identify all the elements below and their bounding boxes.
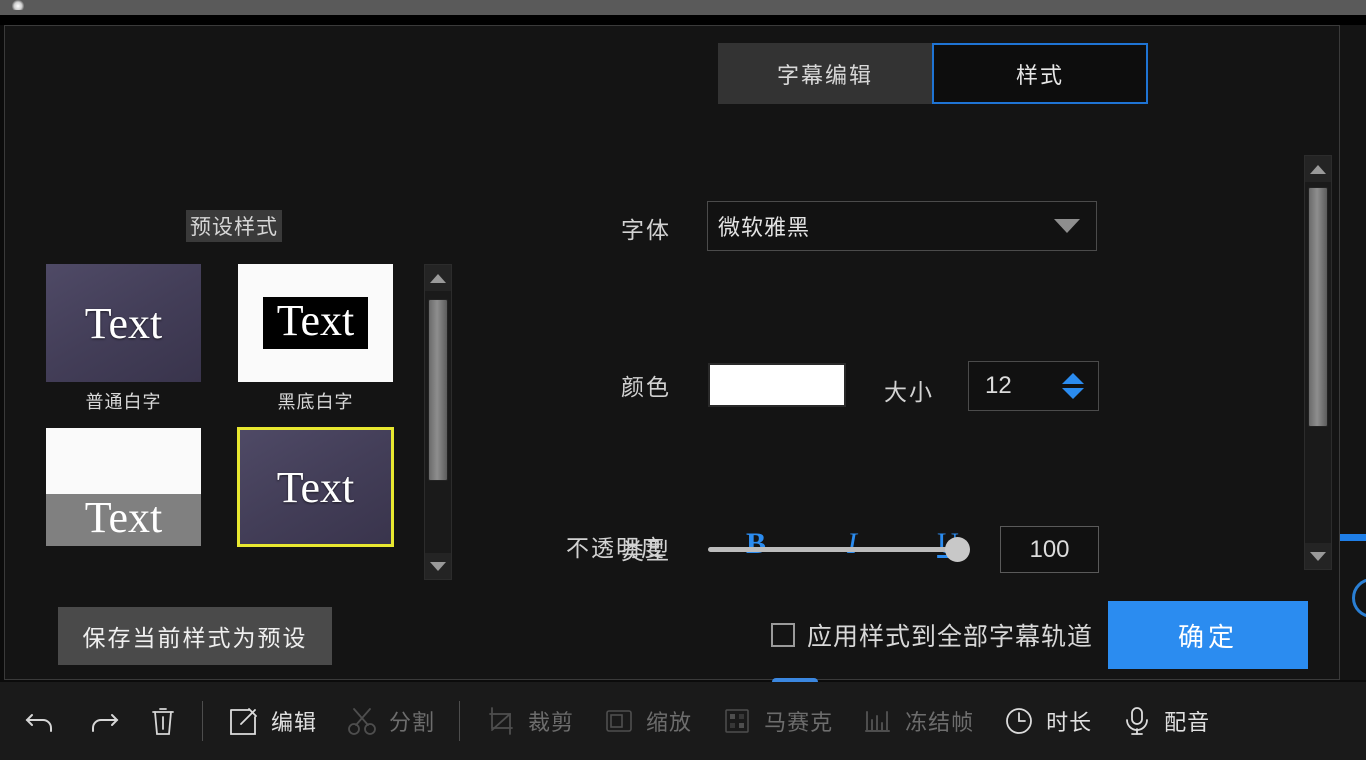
preset-scrollbar[interactable] [424, 264, 452, 580]
preset-item[interactable]: Text [46, 428, 201, 546]
tab-subtitle-edit[interactable]: 字幕编辑 [718, 43, 932, 104]
toolbar-mosaic[interactable]: 马赛克 [706, 690, 847, 752]
apply-all-tracks-label: 应用样式到全部字幕轨道 [807, 617, 1093, 653]
apply-all-tracks-checkbox[interactable] [771, 623, 795, 647]
apply-all-tracks-checkbox-row[interactable]: 应用样式到全部字幕轨道 [771, 617, 1093, 653]
opacity-slider-knob[interactable] [945, 537, 970, 562]
preset-thumbnail: Text [46, 264, 201, 382]
toolbar-split[interactable]: 分割 [331, 690, 449, 752]
preset-scroll-track[interactable] [425, 291, 451, 553]
crop-icon [484, 704, 518, 738]
toolbar-split-label: 分割 [389, 705, 435, 737]
chevron-down-icon [1054, 219, 1080, 233]
playhead-marker-icon [12, 0, 24, 10]
align-row: 对齐 [566, 430, 1266, 511]
toolbar-crop[interactable]: 裁剪 [470, 690, 588, 752]
scroll-down-arrow-icon[interactable] [1305, 543, 1331, 569]
preset-item[interactable]: Text 黑底白字 [238, 264, 393, 414]
preset-sample-text: Text [277, 462, 355, 513]
preset-list: Text 普通白字 Text 黑底白字 Text [46, 264, 416, 580]
toolbar-edit-label: 编辑 [271, 705, 317, 737]
preset-sample-text: Text [46, 494, 201, 546]
clock-icon [1002, 704, 1036, 738]
redo-icon [86, 704, 120, 738]
toolbar-edit[interactable]: 编辑 [213, 690, 331, 752]
dialog-scroll-thumb[interactable] [1308, 187, 1328, 427]
toolbar-scale[interactable]: 缩放 [588, 690, 706, 752]
toolbar-freeze-frame-label: 冻结帧 [905, 705, 974, 737]
toolbar-undo[interactable] [10, 690, 72, 752]
toolbar-scale-label: 缩放 [646, 705, 692, 737]
undo-icon [24, 704, 58, 738]
toolbar-dubbing-label: 配音 [1164, 705, 1210, 737]
tab-style[interactable]: 样式 [932, 43, 1148, 104]
toolbar-dubbing[interactable]: 配音 [1106, 690, 1224, 752]
mosaic-icon [720, 704, 754, 738]
preset-thumbnail: Text [46, 428, 201, 546]
background-blue-bar [1340, 534, 1366, 541]
tab-style-label: 样式 [1016, 58, 1064, 90]
font-select-value: 微软雅黑 [718, 210, 810, 242]
save-preset-label: 保存当前样式为预设 [83, 619, 308, 653]
toolbar-delete[interactable] [134, 690, 192, 752]
style-form: 字体 微软雅黑 颜色 大小 12 [566, 187, 1266, 511]
toolbar-redo[interactable] [72, 690, 134, 752]
preset-scroll-thumb[interactable] [428, 299, 448, 481]
preset-sample-text: Text [85, 298, 163, 349]
screen: 字幕编辑 样式 预设样式 Text 普通白字 [0, 0, 1366, 760]
toolbar-crop-label: 裁剪 [528, 705, 574, 737]
dialog-tabbar: 字幕编辑 样式 [718, 43, 1148, 104]
toolbar-divider [202, 701, 203, 741]
preset-thumbnail: Text [238, 264, 393, 382]
preset-item[interactable]: Text 普通白字 [46, 264, 201, 414]
freeze-frame-icon [861, 704, 895, 738]
tab-subtitle-edit-label: 字幕编辑 [777, 58, 873, 90]
top-gap [0, 15, 1366, 25]
font-select[interactable]: 微软雅黑 [707, 201, 1097, 251]
dialog-scroll-track[interactable] [1305, 182, 1331, 543]
confirm-button[interactable]: 确定 [1108, 601, 1308, 669]
preset-item-selected[interactable]: Text [238, 428, 393, 546]
toolbar-divider [459, 701, 460, 741]
scroll-down-arrow-icon[interactable] [425, 553, 451, 579]
color-size-row: 颜色 大小 12 [566, 268, 1266, 349]
scale-icon [602, 704, 636, 738]
scissors-icon [345, 704, 379, 738]
subtitle-style-dialog: 字幕编辑 样式 预设样式 Text 普通白字 [4, 25, 1340, 680]
toolbar-duration[interactable]: 时长 [988, 690, 1106, 752]
toolbar-duration-label: 时长 [1046, 705, 1092, 737]
font-label: 字体 [621, 211, 671, 245]
opacity-label: 不透明度 [566, 529, 666, 563]
bottom-toolbar: 编辑 分割 裁剪 [0, 682, 1366, 760]
preset-label: 普通白字 [46, 388, 201, 414]
scroll-up-arrow-icon[interactable] [425, 265, 451, 291]
scroll-up-arrow-icon[interactable] [1305, 156, 1331, 182]
preset-thumbnail: Text [238, 428, 393, 546]
opacity-slider[interactable] [708, 547, 960, 552]
preset-sample-text: Text [263, 297, 369, 349]
opacity-value: 100 [1029, 536, 1069, 564]
dialog-scrollbar[interactable] [1304, 155, 1332, 570]
window-top-strip [0, 0, 1366, 15]
preset-label: 黑底白字 [238, 388, 393, 414]
preset-panel-title: 预设样式 [186, 210, 282, 242]
type-row: 类型 B I U [566, 349, 1266, 430]
save-preset-button[interactable]: 保存当前样式为预设 [58, 607, 332, 665]
confirm-button-label: 确定 [1178, 617, 1238, 654]
font-row: 字体 微软雅黑 [566, 187, 1266, 268]
microphone-icon [1120, 704, 1154, 738]
opacity-row: 不透明度 100 [566, 517, 1266, 577]
dialog-body: 字幕编辑 样式 预设样式 Text 普通白字 [6, 27, 1338, 678]
trash-icon [148, 704, 178, 738]
toolbar-mosaic-label: 马赛克 [764, 705, 833, 737]
opacity-input[interactable]: 100 [1000, 526, 1099, 573]
toolbar-freeze-frame[interactable]: 冻结帧 [847, 690, 988, 752]
edit-icon [227, 704, 261, 738]
